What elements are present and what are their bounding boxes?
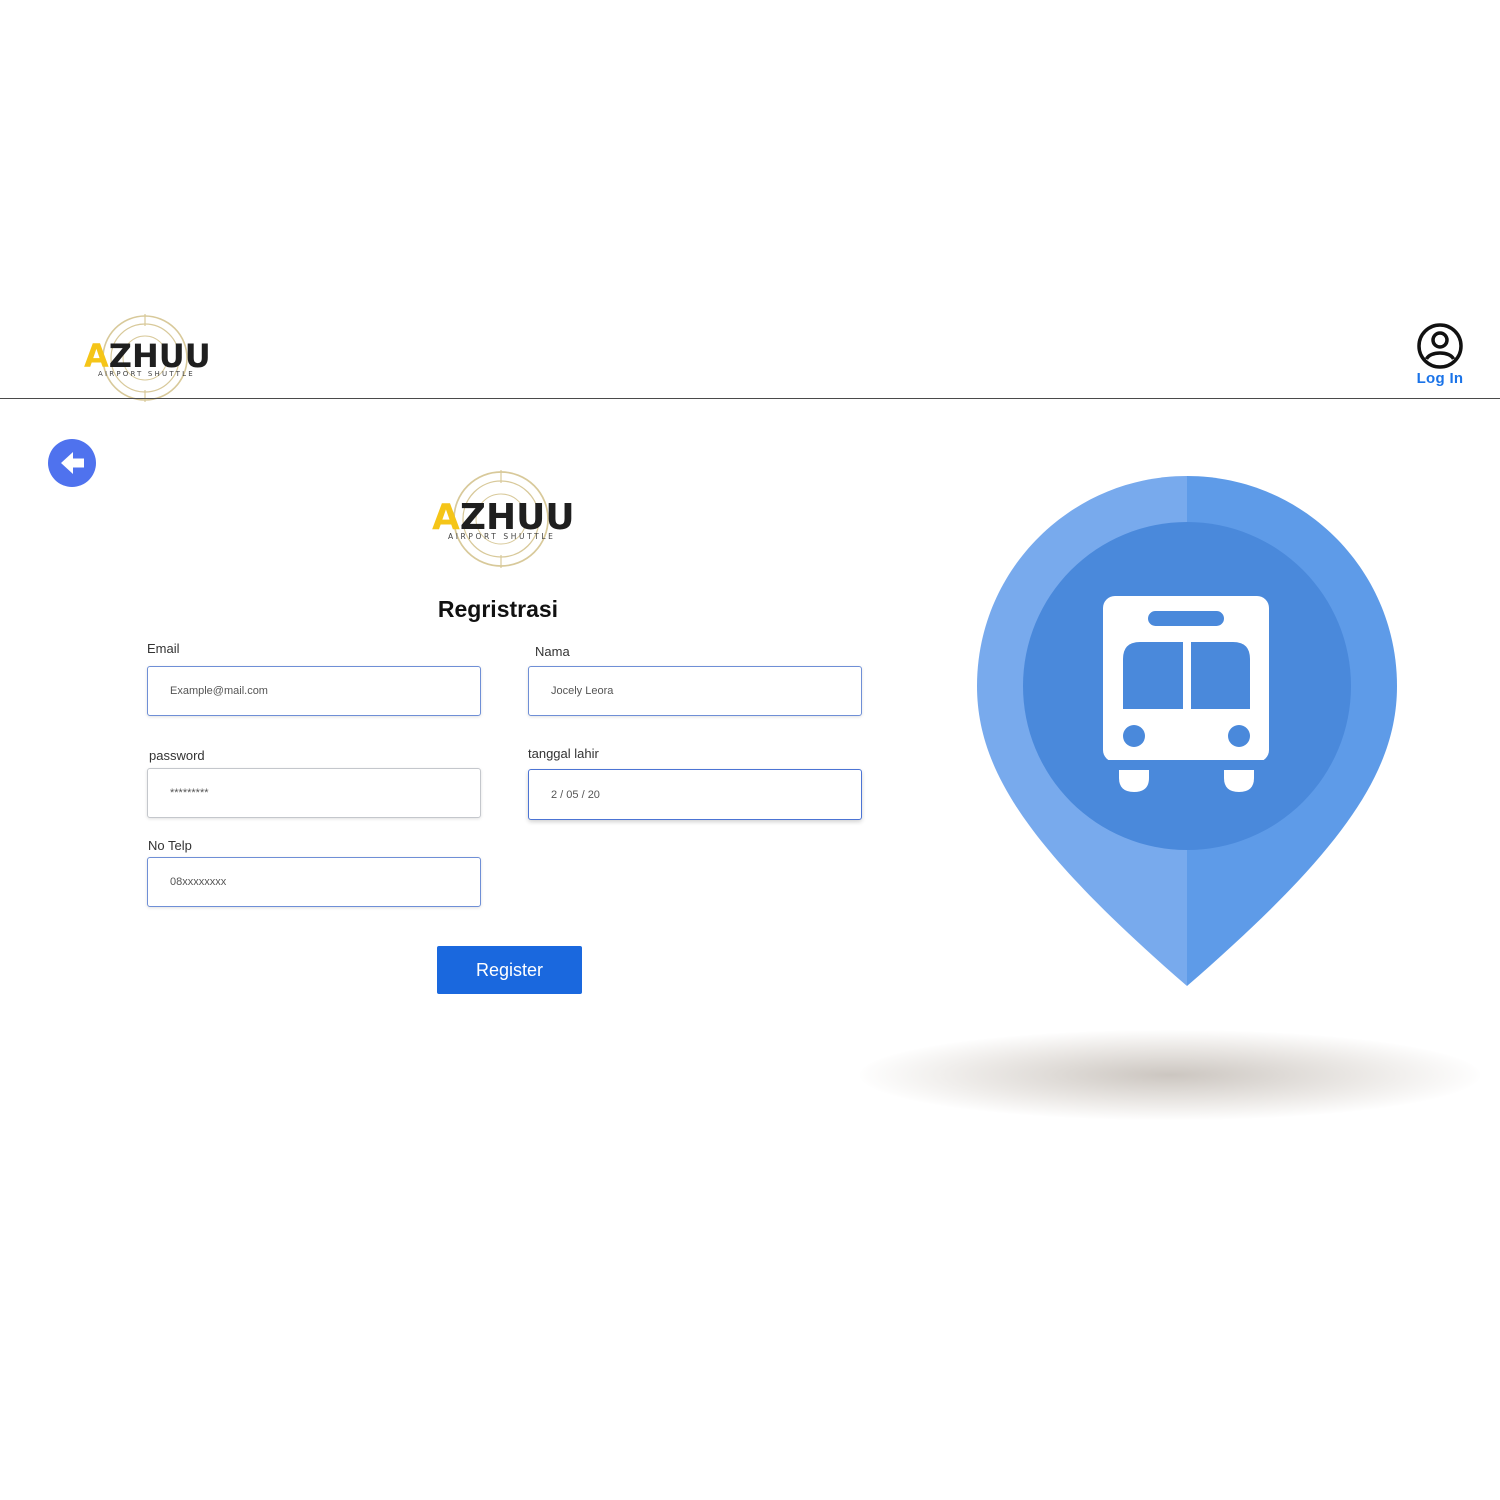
password-label: password <box>149 748 205 763</box>
no-telp-label: No Telp <box>148 838 192 853</box>
bus-location-pin-icon <box>977 476 1397 986</box>
logo-tagline: AIRPORT SHUTTLE <box>448 532 555 541</box>
no-telp-input[interactable] <box>147 857 481 907</box>
form-title: Regristrasi <box>437 596 559 622</box>
login-label: Log In <box>1416 370 1464 387</box>
arrow-left-icon <box>61 452 84 474</box>
nama-input[interactable] <box>528 666 862 716</box>
user-circle-icon <box>1417 323 1463 369</box>
tanggal-lahir-input[interactable] <box>528 769 862 820</box>
nama-label: Nama <box>535 644 570 659</box>
password-input[interactable] <box>147 768 481 818</box>
pin-shadow <box>860 1030 1480 1120</box>
logo-tagline: AIRPORT SHUTTLE <box>98 370 195 378</box>
registration-page: AZHUU AIRPORT SHUTTLE Log In AZHUU AIRPO… <box>0 0 1500 1500</box>
tanggal-lahir-label: tanggal lahir <box>528 746 599 761</box>
email-label: Email <box>147 641 180 656</box>
login-link[interactable]: Log In <box>1408 322 1472 392</box>
email-input[interactable] <box>147 666 481 716</box>
form-logo: AZHUU AIRPORT SHUTTLE <box>430 468 575 570</box>
header-divider <box>0 398 1500 399</box>
header-logo[interactable]: AZHUU AIRPORT SHUTTLE <box>82 312 212 404</box>
back-button[interactable] <box>48 439 96 487</box>
azhuu-logo-icon: AZHUU AIRPORT SHUTTLE <box>84 314 211 402</box>
register-button[interactable]: Register <box>437 946 582 994</box>
azhuu-logo-icon: AZHUU AIRPORT SHUTTLE <box>432 470 575 568</box>
